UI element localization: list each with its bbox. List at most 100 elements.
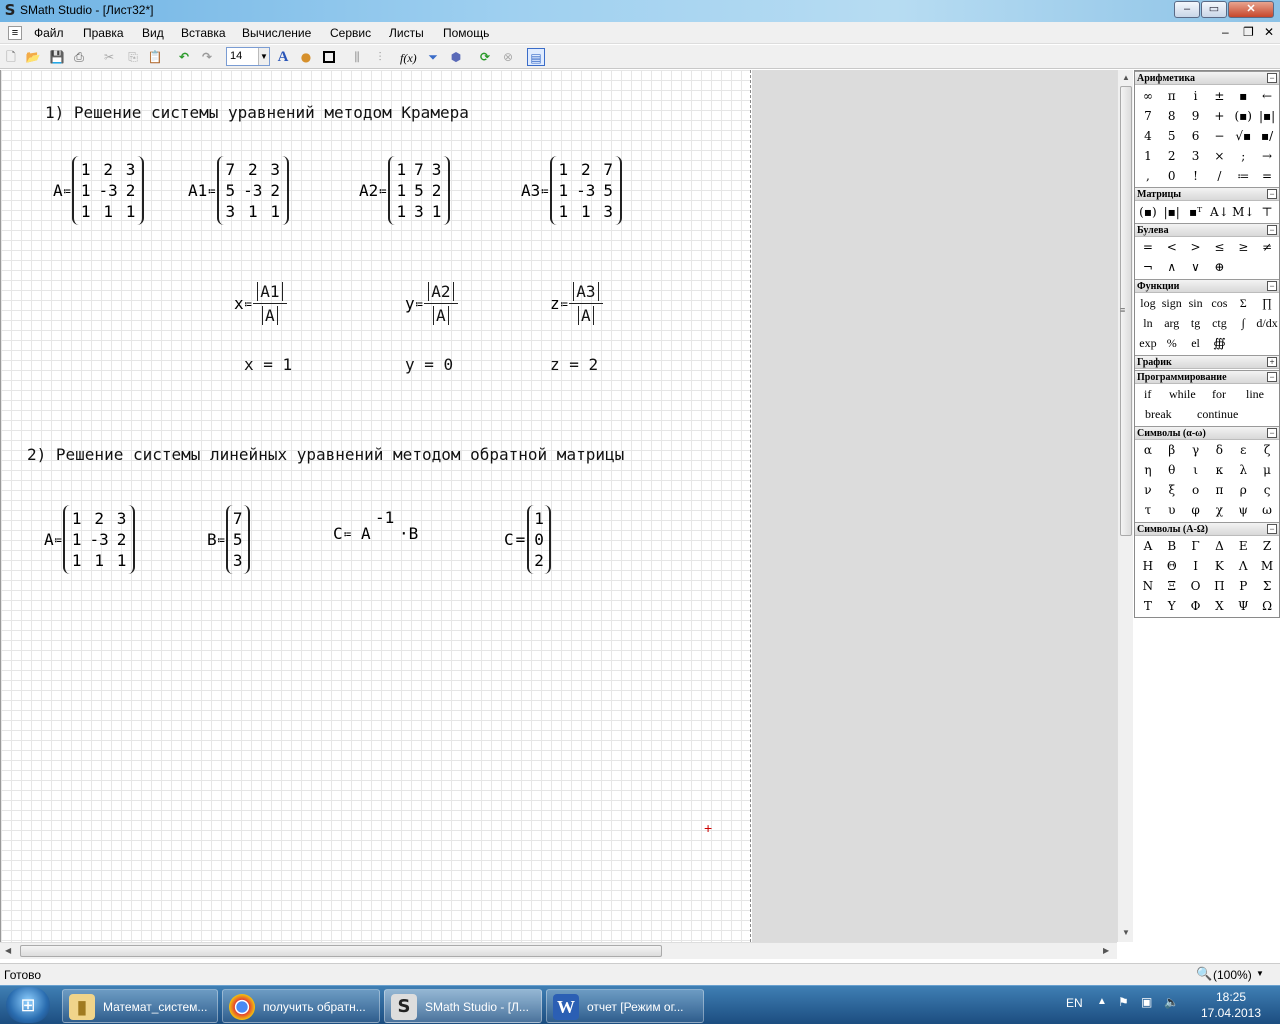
definition-A3[interactable]: A3 ≔ 1 2 7 1 -3 5 1 1 3 — [521, 156, 623, 225]
panel-button[interactable]: Ο — [1184, 576, 1208, 596]
panel-header-greek-lower[interactable]: Символы (α-ω) − — [1135, 426, 1279, 440]
panel-button[interactable]: |▪| — [1160, 202, 1184, 222]
panel-button[interactable]: χ — [1208, 500, 1232, 520]
panel-button[interactable]: λ — [1231, 460, 1255, 480]
recalculate-icon[interactable]: ⟳ — [476, 48, 494, 66]
panel-button[interactable]: Σ — [1255, 576, 1279, 596]
collapse-icon[interactable]: − — [1267, 428, 1277, 438]
panel-button[interactable]: Π — [1208, 576, 1232, 596]
flag-icon[interactable]: ⚑ — [1118, 995, 1129, 1009]
volume-icon[interactable]: 🔈 — [1164, 995, 1179, 1009]
minimize-button[interactable]: – — [1174, 1, 1200, 18]
panel-button[interactable]: 3 — [1184, 146, 1208, 166]
panel-button[interactable]: π — [1160, 86, 1184, 106]
panel-button[interactable]: ▪/ — [1255, 126, 1279, 146]
text-color-icon[interactable]: A — [274, 48, 292, 66]
worksheet[interactable]: 1) Решение системы уравнений методом Кра… — [0, 70, 751, 942]
start-button[interactable]: ⊞ — [6, 987, 50, 1023]
panel-button[interactable]: Μ — [1255, 556, 1279, 576]
panel-button[interactable]: 6 — [1184, 126, 1208, 146]
programming-if[interactable]: if — [1144, 384, 1151, 404]
menu-edit[interactable]: Правка — [83, 26, 124, 40]
panel-button[interactable]: δ — [1208, 440, 1232, 460]
taskbar-item-smath[interactable]: S SMath Studio - [Л... — [384, 989, 542, 1023]
panel-button[interactable]: ± — [1208, 86, 1232, 106]
panel-button[interactable]: Ι — [1184, 556, 1208, 576]
panel-button[interactable]: × — [1208, 146, 1232, 166]
panel-button[interactable]: d/dx — [1255, 313, 1279, 333]
panel-button[interactable]: γ — [1184, 440, 1208, 460]
menu-tools[interactable]: Сервис — [330, 26, 371, 40]
panel-button[interactable]: ; — [1231, 146, 1255, 166]
panel-button[interactable]: Λ — [1231, 556, 1255, 576]
panel-button[interactable]: ctg — [1208, 313, 1232, 333]
language-indicator[interactable]: EN — [1066, 996, 1083, 1010]
panel-button[interactable]: Θ — [1160, 556, 1184, 576]
font-size-select[interactable]: 14 ▼ — [226, 47, 270, 66]
align-horizontal-icon[interactable]: ⫼ — [348, 48, 366, 66]
expand-icon[interactable]: + — [1267, 357, 1277, 367]
panel-button[interactable]: 0 — [1160, 166, 1184, 186]
panel-button[interactable]: Σ — [1231, 293, 1255, 313]
panel-button[interactable]: ε — [1231, 440, 1255, 460]
fill-color-icon[interactable]: ● — [297, 48, 315, 66]
panel-button[interactable]: = — [1255, 166, 1279, 186]
panel-button[interactable]: 2 — [1160, 146, 1184, 166]
panel-button[interactable]: ∨ — [1184, 257, 1208, 277]
panel-splitter[interactable]: ≡ — [1120, 305, 1125, 315]
definition-A[interactable]: A ≔ 1 2 3 1 -3 2 1 1 1 — [53, 156, 145, 225]
panel-button[interactable]: el — [1184, 333, 1208, 353]
panel-button[interactable]: ≠ — [1255, 237, 1279, 257]
panel-header-programming[interactable]: Программирование − — [1135, 370, 1279, 384]
panel-button[interactable]: cos — [1208, 293, 1232, 313]
doc-minimize-button[interactable]: – — [1222, 25, 1229, 39]
panel-button[interactable]: ς — [1255, 480, 1279, 500]
panel-button[interactable]: 1 — [1136, 146, 1160, 166]
panel-button[interactable]: arg — [1160, 313, 1184, 333]
panel-button[interactable]: π — [1208, 480, 1232, 500]
menu-insert[interactable]: Вставка — [181, 26, 226, 40]
result-C[interactable]: C = 1 0 2 — [504, 505, 551, 574]
panel-button[interactable]: Ξ — [1160, 576, 1184, 596]
panel-button[interactable]: ψ — [1231, 500, 1255, 520]
programming-line[interactable]: line — [1246, 384, 1264, 404]
paste-icon[interactable]: 📋 — [146, 48, 164, 66]
function-button[interactable]: f(x) — [400, 51, 417, 66]
definition-A2[interactable]: A2 ≔ 173152131 — [359, 156, 451, 225]
panel-button[interactable]: μ — [1255, 460, 1279, 480]
panel-button[interactable]: Φ — [1184, 596, 1208, 616]
panel-button[interactable]: ∫ — [1231, 313, 1255, 333]
new-file-icon[interactable]: 🗋 — [2, 48, 20, 66]
panel-button[interactable]: , — [1136, 166, 1160, 186]
panel-button[interactable]: Ζ — [1255, 536, 1279, 556]
panel-button[interactable]: ∧ — [1160, 257, 1184, 277]
definition-z[interactable]: z ≔ A3 A — [550, 282, 603, 325]
cut-icon[interactable]: ✂ — [100, 48, 118, 66]
doc-restore-button[interactable]: ❐ — [1243, 25, 1254, 39]
panel-button[interactable]: φ — [1184, 500, 1208, 520]
collapse-icon[interactable]: − — [1267, 372, 1277, 382]
panel-button[interactable]: ∰ — [1208, 333, 1232, 353]
panel-button[interactable]: ξ — [1160, 480, 1184, 500]
panel-button[interactable]: Β — [1160, 536, 1184, 556]
result-x[interactable]: x = 1 — [244, 355, 292, 374]
panel-button[interactable]: Κ — [1208, 556, 1232, 576]
tray-expand-icon[interactable]: ▲ — [1097, 996, 1107, 1007]
menu-calculate[interactable]: Вычисление — [242, 26, 311, 40]
panel-button[interactable]: 5 — [1160, 126, 1184, 146]
panel-button[interactable]: exp — [1136, 333, 1160, 353]
panel-button[interactable]: ⊤ — [1255, 202, 1279, 222]
panel-button[interactable]: 9 — [1184, 106, 1208, 126]
panel-button[interactable]: / — [1208, 166, 1232, 186]
chevron-down-icon[interactable]: ▼ — [258, 48, 269, 65]
panel-button[interactable]: M↓ — [1231, 202, 1255, 222]
panel-button[interactable]: ο — [1184, 480, 1208, 500]
panel-header-graph[interactable]: График + — [1135, 355, 1279, 369]
panel-button[interactable]: ν — [1136, 480, 1160, 500]
zoom-icon[interactable]: 🔍 — [1196, 966, 1212, 982]
panel-button[interactable]: Τ — [1136, 596, 1160, 616]
panel-header-boolean[interactable]: Булева − — [1135, 223, 1279, 237]
panel-button[interactable]: ≤ — [1208, 237, 1232, 257]
programming-continue[interactable]: continue — [1197, 404, 1238, 424]
plugin-icon[interactable]: ⬢ — [447, 48, 465, 66]
